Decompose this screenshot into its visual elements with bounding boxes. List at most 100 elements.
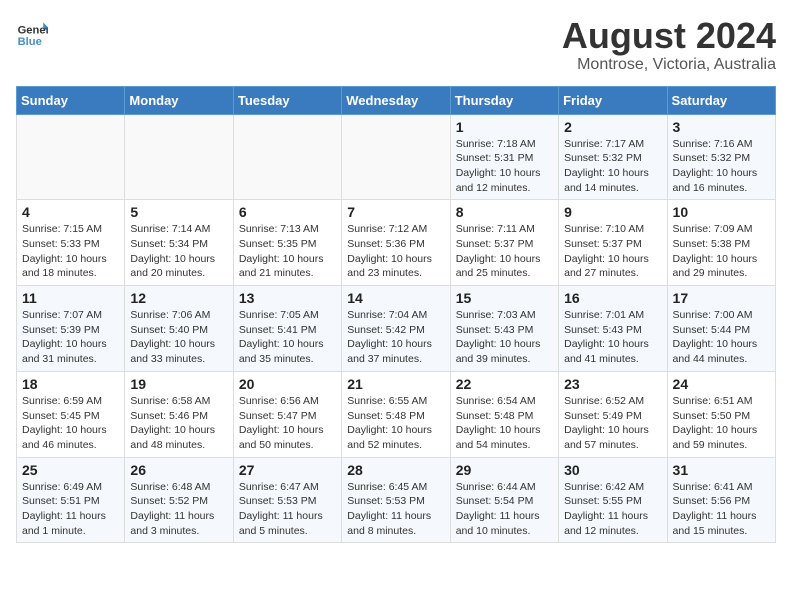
location: Montrose, Victoria, Australia bbox=[562, 56, 776, 74]
weekday-header-thursday: Thursday bbox=[450, 86, 558, 114]
calendar-week-row: 4 Sunrise: 7:15 AM Sunset: 5:33 PM Daylig… bbox=[17, 200, 776, 286]
day-info: Sunrise: 7:04 AM Sunset: 5:42 PM Dayligh… bbox=[347, 308, 444, 367]
day-info: Sunrise: 6:42 AM Sunset: 5:55 PM Dayligh… bbox=[564, 480, 661, 539]
header: General Blue August 2024 Montrose, Victo… bbox=[16, 16, 776, 74]
day-info: Sunrise: 7:11 AM Sunset: 5:37 PM Dayligh… bbox=[456, 222, 553, 281]
empty-cell bbox=[125, 114, 233, 200]
calendar-day-8: 8 Sunrise: 7:11 AM Sunset: 5:37 PM Daylig… bbox=[450, 200, 558, 286]
calendar-day-28: 28 Sunrise: 6:45 AM Sunset: 5:53 PM Dayli… bbox=[342, 457, 450, 543]
empty-cell bbox=[342, 114, 450, 200]
day-number: 21 bbox=[347, 376, 444, 392]
day-number: 10 bbox=[673, 204, 770, 220]
day-info: Sunrise: 7:13 AM Sunset: 5:35 PM Dayligh… bbox=[239, 222, 336, 281]
day-info: Sunrise: 7:01 AM Sunset: 5:43 PM Dayligh… bbox=[564, 308, 661, 367]
day-info: Sunrise: 6:59 AM Sunset: 5:45 PM Dayligh… bbox=[22, 394, 119, 453]
weekday-header-sunday: Sunday bbox=[17, 86, 125, 114]
svg-text:Blue: Blue bbox=[18, 36, 42, 48]
calendar-day-4: 4 Sunrise: 7:15 AM Sunset: 5:33 PM Daylig… bbox=[17, 200, 125, 286]
day-number: 19 bbox=[130, 376, 227, 392]
calendar-day-26: 26 Sunrise: 6:48 AM Sunset: 5:52 PM Dayli… bbox=[125, 457, 233, 543]
logo-icon: General Blue bbox=[16, 16, 48, 48]
calendar-day-24: 24Sunrise: 6:51 AM Sunset: 5:50 PM Dayli… bbox=[667, 371, 775, 457]
day-number: 2 bbox=[564, 119, 661, 135]
calendar-day-23: 23 Sunrise: 6:52 AM Sunset: 5:49 PM Dayli… bbox=[559, 371, 667, 457]
weekday-header-tuesday: Tuesday bbox=[233, 86, 341, 114]
calendar-week-row: 1 Sunrise: 7:18 AM Sunset: 5:31 PM Daylig… bbox=[17, 114, 776, 200]
weekday-header-monday: Monday bbox=[125, 86, 233, 114]
day-number: 11 bbox=[22, 290, 119, 306]
calendar-day-1: 1 Sunrise: 7:18 AM Sunset: 5:31 PM Daylig… bbox=[450, 114, 558, 200]
weekday-header-friday: Friday bbox=[559, 86, 667, 114]
day-number: 16 bbox=[564, 290, 661, 306]
day-number: 18 bbox=[22, 376, 119, 392]
calendar-day-17: 17Sunrise: 7:00 AM Sunset: 5:44 PM Dayli… bbox=[667, 286, 775, 372]
calendar-day-9: 9Sunrise: 7:10 AM Sunset: 5:37 PM Daylig… bbox=[559, 200, 667, 286]
calendar-day-30: 30 Sunrise: 6:42 AM Sunset: 5:55 PM Dayli… bbox=[559, 457, 667, 543]
day-info: Sunrise: 6:55 AM Sunset: 5:48 PM Dayligh… bbox=[347, 394, 444, 453]
calendar-day-29: 29 Sunrise: 6:44 AM Sunset: 5:54 PM Dayli… bbox=[450, 457, 558, 543]
day-info: Sunrise: 7:03 AM Sunset: 5:43 PM Dayligh… bbox=[456, 308, 553, 367]
day-number: 8 bbox=[456, 204, 553, 220]
calendar-day-7: 7Sunrise: 7:12 AM Sunset: 5:36 PM Daylig… bbox=[342, 200, 450, 286]
calendar-day-18: 18 Sunrise: 6:59 AM Sunset: 5:45 PM Dayli… bbox=[17, 371, 125, 457]
day-number: 27 bbox=[239, 462, 336, 478]
day-info: Sunrise: 6:44 AM Sunset: 5:54 PM Dayligh… bbox=[456, 480, 553, 539]
day-number: 23 bbox=[564, 376, 661, 392]
day-info: Sunrise: 7:15 AM Sunset: 5:33 PM Dayligh… bbox=[22, 222, 119, 281]
calendar-day-5: 5 Sunrise: 7:14 AM Sunset: 5:34 PM Daylig… bbox=[125, 200, 233, 286]
day-info: Sunrise: 6:52 AM Sunset: 5:49 PM Dayligh… bbox=[564, 394, 661, 453]
weekday-header-saturday: Saturday bbox=[667, 86, 775, 114]
calendar-day-3: 3 Sunrise: 7:16 AM Sunset: 5:32 PM Daylig… bbox=[667, 114, 775, 200]
day-info: Sunrise: 7:16 AM Sunset: 5:32 PM Dayligh… bbox=[673, 137, 770, 196]
day-number: 20 bbox=[239, 376, 336, 392]
calendar-day-11: 11Sunrise: 7:07 AM Sunset: 5:39 PM Dayli… bbox=[17, 286, 125, 372]
calendar-week-row: 25 Sunrise: 6:49 AM Sunset: 5:51 PM Dayli… bbox=[17, 457, 776, 543]
day-info: Sunrise: 7:10 AM Sunset: 5:37 PM Dayligh… bbox=[564, 222, 661, 281]
calendar-day-31: 31 Sunrise: 6:41 AM Sunset: 5:56 PM Dayli… bbox=[667, 457, 775, 543]
calendar-day-27: 27Sunrise: 6:47 AM Sunset: 5:53 PM Dayli… bbox=[233, 457, 341, 543]
day-number: 12 bbox=[130, 290, 227, 306]
calendar-day-19: 19 Sunrise: 6:58 AM Sunset: 5:46 PM Dayli… bbox=[125, 371, 233, 457]
day-number: 7 bbox=[347, 204, 444, 220]
day-number: 5 bbox=[130, 204, 227, 220]
day-info: Sunrise: 6:49 AM Sunset: 5:51 PM Dayligh… bbox=[22, 480, 119, 539]
calendar-day-25: 25 Sunrise: 6:49 AM Sunset: 5:51 PM Dayli… bbox=[17, 457, 125, 543]
calendar-day-16: 16 Sunrise: 7:01 AM Sunset: 5:43 PM Dayli… bbox=[559, 286, 667, 372]
day-number: 3 bbox=[673, 119, 770, 135]
day-info: Sunrise: 7:18 AM Sunset: 5:31 PM Dayligh… bbox=[456, 137, 553, 196]
day-number: 17 bbox=[673, 290, 770, 306]
title-area: August 2024 Montrose, Victoria, Australi… bbox=[562, 16, 776, 74]
weekday-header-wednesday: Wednesday bbox=[342, 86, 450, 114]
day-info: Sunrise: 7:14 AM Sunset: 5:34 PM Dayligh… bbox=[130, 222, 227, 281]
calendar-table: SundayMondayTuesdayWednesdayThursdayFrid… bbox=[16, 86, 776, 544]
weekday-header-row: SundayMondayTuesdayWednesdayThursdayFrid… bbox=[17, 86, 776, 114]
calendar-day-22: 22 Sunrise: 6:54 AM Sunset: 5:48 PM Dayli… bbox=[450, 371, 558, 457]
day-info: Sunrise: 6:48 AM Sunset: 5:52 PM Dayligh… bbox=[130, 480, 227, 539]
calendar-day-21: 21 Sunrise: 6:55 AM Sunset: 5:48 PM Dayli… bbox=[342, 371, 450, 457]
day-info: Sunrise: 6:58 AM Sunset: 5:46 PM Dayligh… bbox=[130, 394, 227, 453]
empty-cell bbox=[17, 114, 125, 200]
logo: General Blue bbox=[16, 16, 48, 48]
day-number: 14 bbox=[347, 290, 444, 306]
day-number: 4 bbox=[22, 204, 119, 220]
day-number: 25 bbox=[22, 462, 119, 478]
day-info: Sunrise: 7:06 AM Sunset: 5:40 PM Dayligh… bbox=[130, 308, 227, 367]
day-info: Sunrise: 6:45 AM Sunset: 5:53 PM Dayligh… bbox=[347, 480, 444, 539]
calendar-day-2: 2 Sunrise: 7:17 AM Sunset: 5:32 PM Daylig… bbox=[559, 114, 667, 200]
day-number: 29 bbox=[456, 462, 553, 478]
day-number: 28 bbox=[347, 462, 444, 478]
month-year: August 2024 bbox=[562, 16, 776, 56]
day-info: Sunrise: 6:54 AM Sunset: 5:48 PM Dayligh… bbox=[456, 394, 553, 453]
day-info: Sunrise: 6:41 AM Sunset: 5:56 PM Dayligh… bbox=[673, 480, 770, 539]
day-number: 22 bbox=[456, 376, 553, 392]
calendar-day-14: 14 Sunrise: 7:04 AM Sunset: 5:42 PM Dayli… bbox=[342, 286, 450, 372]
day-info: Sunrise: 6:51 AM Sunset: 5:50 PM Dayligh… bbox=[673, 394, 770, 453]
day-number: 30 bbox=[564, 462, 661, 478]
day-number: 1 bbox=[456, 119, 553, 135]
day-info: Sunrise: 7:17 AM Sunset: 5:32 PM Dayligh… bbox=[564, 137, 661, 196]
day-number: 26 bbox=[130, 462, 227, 478]
empty-cell bbox=[233, 114, 341, 200]
calendar-day-20: 20Sunrise: 6:56 AM Sunset: 5:47 PM Dayli… bbox=[233, 371, 341, 457]
day-number: 31 bbox=[673, 462, 770, 478]
day-info: Sunrise: 7:09 AM Sunset: 5:38 PM Dayligh… bbox=[673, 222, 770, 281]
